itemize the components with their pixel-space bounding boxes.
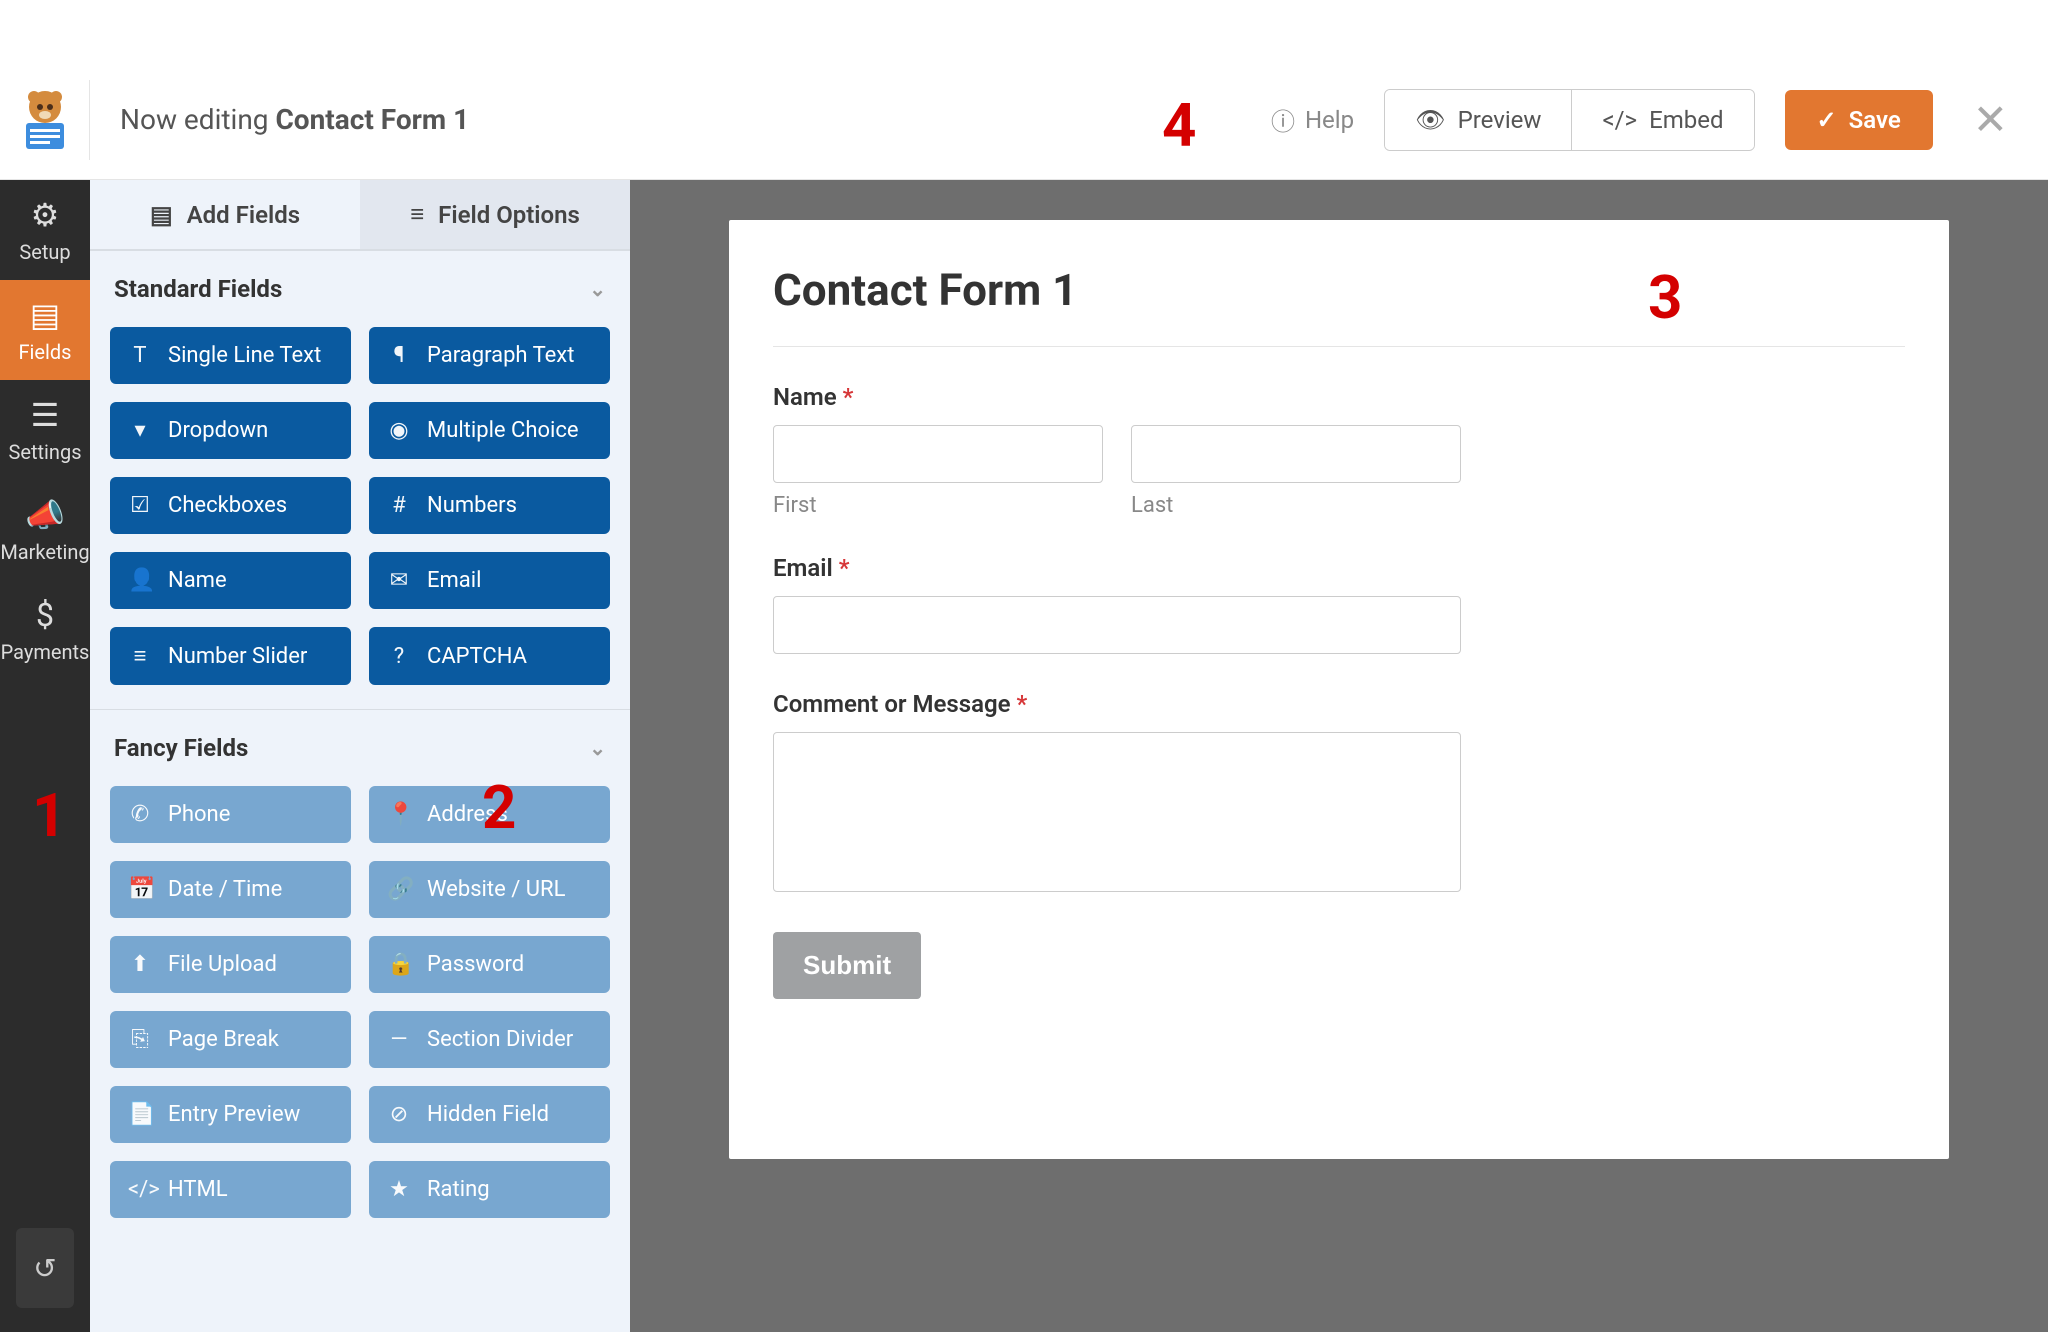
bear-icon (10, 85, 80, 155)
last-name-input[interactable] (1131, 425, 1461, 483)
lock-icon: 🔒 (387, 952, 411, 977)
link-icon: 🔗 (387, 877, 411, 902)
standard-fields-heading[interactable]: Standard Fields ⌄ (90, 250, 630, 315)
html-icon: </> (128, 1177, 152, 1202)
first-name-input[interactable] (773, 425, 1103, 483)
checkbox-icon: ☑ (128, 493, 152, 518)
field-entry-preview[interactable]: 📄Entry Preview (110, 1086, 351, 1143)
field-single-line-text[interactable]: TSingle Line Text (110, 327, 351, 384)
field-paragraph-text[interactable]: ¶Paragraph Text (369, 327, 610, 384)
tab-add-fields[interactable]: ▤ Add Fields (90, 180, 360, 249)
radio-icon: ◉ (387, 418, 411, 443)
nav-payments[interactable]: $ Payments (0, 580, 90, 680)
chevron-down-icon: ⌄ (589, 277, 606, 301)
hash-icon: # (387, 493, 411, 518)
dollar-icon: $ (36, 596, 54, 634)
pagebreak-icon: ⎘ (128, 1027, 152, 1052)
upload-icon: ⬆ (128, 952, 152, 977)
submit-button[interactable]: Submit (773, 932, 921, 999)
fields-panel: ▤ Add Fields ≡ Field Options Standard Fi… (90, 180, 630, 1332)
eye-icon: 👁 (1415, 106, 1445, 134)
field-rating[interactable]: ★Rating (369, 1161, 610, 1218)
text-icon: T (128, 343, 152, 368)
field-file-upload[interactable]: ⬆File Upload (110, 936, 351, 993)
nav-marketing[interactable]: 📣 Marketing (0, 480, 90, 580)
form-icon: ▤ (150, 201, 173, 229)
field-dropdown[interactable]: ▾Dropdown (110, 402, 351, 459)
gear-icon: ⚙ (31, 196, 60, 234)
preview-embed-group: 👁 Preview </> Embed (1384, 89, 1754, 151)
preview-icon: 📄 (128, 1102, 152, 1127)
field-date-time[interactable]: 📅Date / Time (110, 861, 351, 918)
star-icon: ★ (387, 1177, 411, 1202)
calendar-icon: 📅 (128, 877, 152, 902)
standard-fields-grid: TSingle Line Text ¶Paragraph Text ▾Dropd… (90, 315, 630, 709)
email-label: Email * (773, 554, 1905, 582)
pin-icon: 📍 (387, 802, 411, 827)
megaphone-icon: 📣 (25, 496, 65, 534)
field-section-divider[interactable]: —Section Divider (369, 1011, 610, 1068)
form-title: Contact Form 1 (773, 264, 1905, 347)
fancy-fields-grid: ✆Phone 📍Address 📅Date / Time 🔗Website / … (90, 774, 630, 1242)
nav-fields[interactable]: ▤ Fields (0, 280, 90, 380)
captcha-icon: ? (387, 644, 411, 669)
code-icon: </> (1602, 106, 1637, 134)
field-html[interactable]: </>HTML (110, 1161, 351, 1218)
field-name[interactable]: 👤Name (110, 552, 351, 609)
left-nav: ⚙ Setup ▤ Fields ☰ Settings 📣 Marketing … (0, 180, 90, 1332)
app-logo[interactable] (0, 80, 90, 160)
field-website-url[interactable]: 🔗Website / URL (369, 861, 610, 918)
field-phone[interactable]: ✆Phone (110, 786, 351, 843)
field-page-break[interactable]: ⎘Page Break (110, 1011, 351, 1068)
tab-field-options[interactable]: ≡ Field Options (360, 180, 630, 249)
field-captcha[interactable]: ?CAPTCHA (369, 627, 610, 685)
list-icon: ▤ (30, 296, 60, 334)
topbar: Now editing Contact Form 1 ⓘ Help 👁 Prev… (0, 60, 2048, 180)
preview-button[interactable]: 👁 Preview (1385, 90, 1571, 150)
slider-icon: ≡ (128, 643, 152, 669)
form-name: Contact Form 1 (275, 103, 469, 136)
nav-settings[interactable]: ☰ Settings (0, 380, 90, 480)
user-icon: 👤 (128, 568, 152, 593)
field-hidden[interactable]: ⊘Hidden Field (369, 1086, 610, 1143)
mail-icon: ✉ (387, 568, 411, 593)
chevron-down-icon: ⌄ (589, 736, 606, 760)
history-button[interactable]: ↺ (16, 1228, 74, 1308)
divider-icon: — (387, 1027, 411, 1052)
field-address[interactable]: 📍Address (369, 786, 610, 843)
nav-setup[interactable]: ⚙ Setup (0, 180, 90, 280)
first-sublabel: First (773, 493, 1103, 518)
hidden-icon: ⊘ (387, 1102, 411, 1127)
now-editing-label: Now editing Contact Form 1 (120, 103, 469, 136)
embed-button[interactable]: </> Embed (1571, 90, 1753, 150)
form-canvas[interactable]: Contact Form 1 Name * First Last (729, 220, 1949, 1159)
field-number-slider[interactable]: ≡Number Slider (110, 627, 351, 685)
phone-icon: ✆ (128, 802, 152, 827)
preview-area: Contact Form 1 Name * First Last (630, 180, 2048, 1332)
comment-label: Comment or Message * (773, 690, 1905, 718)
sliders-icon: ≡ (410, 200, 424, 229)
history-icon: ↺ (33, 1252, 56, 1285)
help-icon: ⓘ (1271, 102, 1295, 137)
check-icon: ✓ (1817, 106, 1837, 134)
close-icon[interactable]: ✕ (1973, 95, 2008, 145)
paragraph-icon: ¶ (387, 343, 411, 368)
email-input[interactable] (773, 596, 1461, 654)
comment-textarea[interactable] (773, 732, 1461, 892)
name-label: Name * (773, 383, 1905, 411)
field-password[interactable]: 🔒Password (369, 936, 610, 993)
help-link[interactable]: ⓘ Help (1271, 102, 1354, 137)
save-button[interactable]: ✓ Save (1785, 90, 1933, 150)
field-numbers[interactable]: #Numbers (369, 477, 610, 534)
fancy-fields-heading[interactable]: Fancy Fields ⌄ (90, 709, 630, 774)
sliders-icon: ☰ (31, 396, 60, 434)
field-multiple-choice[interactable]: ◉Multiple Choice (369, 402, 610, 459)
dropdown-icon: ▾ (128, 418, 152, 443)
last-sublabel: Last (1131, 493, 1461, 518)
field-checkboxes[interactable]: ☑Checkboxes (110, 477, 351, 534)
field-email[interactable]: ✉Email (369, 552, 610, 609)
